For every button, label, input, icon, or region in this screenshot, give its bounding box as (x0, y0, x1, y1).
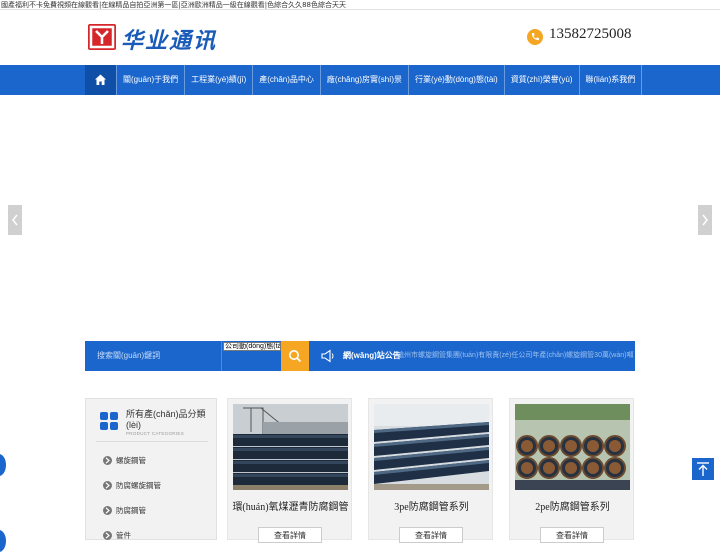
floating-service-tab[interactable] (0, 454, 6, 476)
nav-item-about[interactable]: 關(guān)于我們 (116, 65, 184, 95)
search-category-select-wrap: 公司動(dòng)態(tài) (221, 341, 281, 371)
nav-item-contact[interactable]: 聯(lián)系我們 (578, 65, 643, 95)
category-item[interactable]: 防腐鋼管 (103, 504, 161, 529)
phone-number: 13582725008 (549, 26, 632, 42)
back-to-top-button[interactable] (692, 458, 714, 480)
category-subtitle: PRODUCT CATEGORIES (126, 431, 184, 436)
floating-service-tab[interactable] (0, 530, 6, 552)
banner-next-button[interactable] (698, 205, 712, 235)
view-details-button[interactable]: 查看詳情 (540, 527, 604, 543)
chevron-left-icon (12, 214, 18, 226)
phone-icon (527, 29, 543, 45)
search-bar: 搜索關(guān)鍵詞 公司動(dòng)態(tài) 網(wǎng)站公告 滄… (85, 341, 635, 371)
site-header: 华业通讯 13582725008 (0, 10, 720, 66)
product-image[interactable] (374, 404, 489, 490)
logo-text[interactable]: 华业通讯 (121, 23, 217, 55)
product-name[interactable]: 3pe防腐鋼管系列 (369, 498, 494, 513)
view-details-button[interactable]: 查看詳情 (399, 527, 463, 543)
grid-icon (100, 412, 118, 430)
chevron-right-icon (103, 481, 112, 490)
announcement-title: 網(wǎng)站公告 (343, 351, 401, 360)
logo-icon[interactable] (88, 24, 116, 50)
category-item[interactable]: 螺旋鋼管 (103, 454, 161, 479)
search-icon (289, 350, 302, 363)
megaphone-icon (321, 349, 334, 363)
category-item-label: 螺旋鋼管 (116, 456, 146, 465)
search-button[interactable] (281, 341, 309, 371)
divider (96, 441, 208, 442)
search-category-select[interactable]: 公司動(dòng)態(tài) (223, 342, 281, 351)
nav-item-honors[interactable]: 資質(zhì)榮譽(yù) (503, 65, 579, 95)
nav-item-factory[interactable]: 廠(chǎng)房實(shí)景 (319, 65, 408, 95)
chevron-right-icon (103, 531, 112, 540)
product-card: 2pe防腐鋼管系列 查看詳情 (509, 398, 635, 543)
chevron-right-icon (702, 214, 708, 226)
category-sidebar: 所有產(chǎn)品分類(lèi) PRODUCT CATEGORIES 螺旋鋼… (85, 398, 217, 540)
category-item-label: 防腐鋼管 (116, 506, 146, 515)
product-name[interactable]: 2pe防腐鋼管系列 (510, 498, 635, 513)
hero-banner (0, 95, 720, 341)
chevron-right-icon (103, 506, 112, 515)
arrow-up-icon (697, 462, 709, 476)
category-title: 所有產(chǎn)品分類(lèi) (126, 409, 206, 430)
product-card: 3pe防腐鋼管系列 查看詳情 (368, 398, 494, 543)
category-item-label: 管件 (116, 531, 131, 540)
category-item[interactable]: 管件 (103, 529, 161, 554)
chevron-right-icon (103, 456, 112, 465)
nav-item-news[interactable]: 行業(yè)動(dòng)態(tài) (408, 65, 504, 95)
view-details-button[interactable]: 查看詳情 (258, 527, 322, 543)
search-input[interactable]: 搜索關(guān)鍵詞 (85, 341, 221, 371)
category-item[interactable]: 防腐螺旋鋼管 (103, 479, 161, 504)
product-image[interactable] (233, 404, 348, 490)
home-icon (95, 74, 106, 85)
banner-prev-button[interactable] (8, 205, 22, 235)
nav-item-projects[interactable]: 工程業(yè)績(jī) (184, 65, 252, 95)
category-item-label: 防腐螺旋鋼管 (116, 481, 161, 490)
product-image[interactable] (515, 404, 630, 490)
announcement-bar: 網(wǎng)站公告 滄州市螺旋鋼管集團(tuán)有限責(zé)任公司年產(c… (309, 341, 635, 371)
product-name[interactable]: 環(huán)氧煤瀝青防腐鋼管 (228, 498, 353, 513)
top-text-strip: 國產福利不卡免費視頻在線觀看|在線精品自拍亞洲第一區|亞洲歐洲精品一級在線觀看|… (0, 0, 720, 10)
product-card: 環(huán)氧煤瀝青防腐鋼管 查看詳情 (227, 398, 353, 543)
main-nav: 關(guān)于我們 工程業(yè)績(jī) 產(chǎn)品中心 廠(chǎ… (0, 65, 720, 95)
announcement-text[interactable]: 滄州市螺旋鋼管集團(tuán)有限責(zé)任公司年產(chǎn)螺旋鋼管30萬… (397, 341, 633, 371)
nav-item-products[interactable]: 產(chǎn)品中心 (252, 65, 320, 95)
category-list: 螺旋鋼管 防腐螺旋鋼管 防腐鋼管 管件 (103, 454, 161, 554)
nav-home-button[interactable] (85, 65, 116, 95)
